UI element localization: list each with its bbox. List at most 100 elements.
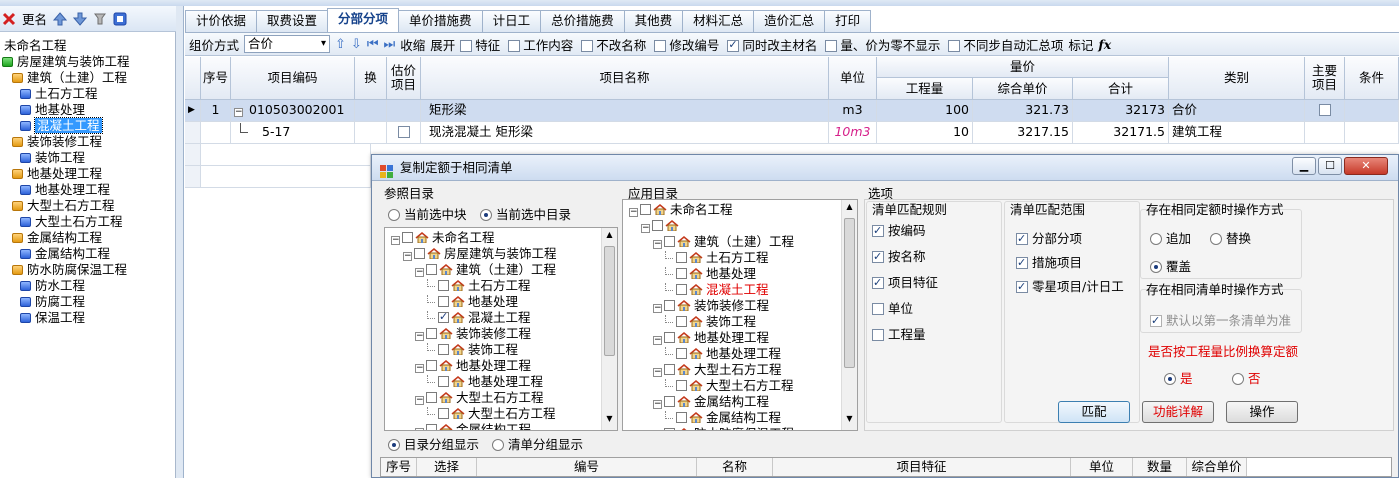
splitter[interactable]	[176, 6, 184, 478]
checkbox[interactable]	[426, 264, 437, 275]
cell-category[interactable]: 建筑工程	[1169, 122, 1305, 144]
list-group-radio[interactable]: 清单分组显示	[492, 437, 583, 453]
checkbox[interactable]	[652, 220, 663, 231]
tree-node[interactable]: 房屋建筑与装饰工程	[2, 54, 130, 70]
tree-node[interactable]: − 未命名工程	[629, 202, 733, 218]
tab-7[interactable]: 材料汇总	[682, 10, 755, 32]
checkbox[interactable]	[676, 284, 687, 295]
checkbox[interactable]	[872, 249, 884, 265]
collapse-icon[interactable]: −	[653, 400, 662, 409]
radio[interactable]	[1232, 373, 1244, 385]
tree-node[interactable]: −	[641, 218, 682, 234]
tree-node[interactable]: − 地基处理工程	[415, 358, 531, 374]
tree-node[interactable]: 装饰工程	[427, 342, 518, 358]
tree-node[interactable]: 大型土石方工程	[12, 198, 115, 214]
checkbox[interactable]	[426, 328, 437, 339]
collapse-icon[interactable]: −	[653, 336, 662, 345]
cell-composite[interactable]: 3217.15	[973, 122, 1073, 144]
col-seq[interactable]: 序号	[201, 57, 231, 100]
dialog-titlebar[interactable]: 复制定额于相同清单 ▁ ☐ ✕	[372, 155, 1398, 181]
tree-node[interactable]: 装饰工程	[20, 150, 85, 166]
checkbox[interactable]	[460, 39, 473, 52]
match-rule-checkbox[interactable]: 单位	[872, 301, 913, 317]
tree-node[interactable]: 大型土石方工程	[665, 378, 794, 394]
cell-seq[interactable]: 1	[201, 100, 231, 122]
collapse-icon[interactable]: −	[653, 240, 662, 249]
match-rule-checkbox[interactable]: 按名称	[872, 249, 926, 265]
main-checkbox[interactable]	[1318, 104, 1331, 116]
scroll-up-icon[interactable]: ▲	[843, 202, 856, 214]
tree-node[interactable]: 大型土石方工程	[20, 214, 123, 230]
toolbar-checkbox-3[interactable]: 修改编号	[654, 35, 719, 54]
tab-8[interactable]: 造价汇总	[753, 10, 826, 32]
default-first-checkbox[interactable]: 默认以第一条清单为准	[1150, 313, 1291, 329]
tree-node[interactable]: − 房屋建筑与装饰工程	[403, 246, 557, 262]
tree-node[interactable]: − 未命名工程	[391, 230, 495, 246]
arrow-down-icon[interactable]	[72, 12, 88, 26]
first-icon[interactable]: ⏮	[367, 37, 379, 52]
match-range-checkbox[interactable]: 分部分项	[1016, 231, 1082, 247]
tree-node[interactable]: 混凝土工程	[427, 309, 531, 326]
result-col-header[interactable]: 编号	[477, 458, 697, 476]
cell-swap[interactable]	[355, 100, 387, 122]
scroll-up-icon[interactable]: ▲	[603, 230, 616, 242]
result-col-header[interactable]: 序号	[381, 458, 417, 476]
tab-2[interactable]: 分部分项	[327, 8, 400, 32]
cell-main[interactable]	[1305, 100, 1345, 122]
tree-node[interactable]: 保温工程	[20, 310, 85, 326]
scroll-down-icon[interactable]: ▼	[843, 414, 856, 426]
overwrite-radio[interactable]: 覆盖	[1150, 259, 1191, 275]
checkbox[interactable]	[414, 248, 425, 259]
toolbar-checkbox-0[interactable]: 特征	[460, 35, 500, 54]
checkbox[interactable]	[676, 412, 687, 423]
tree-node[interactable]: 未命名工程	[4, 38, 67, 54]
tree-node[interactable]: 装饰工程	[665, 314, 756, 330]
tree-node[interactable]: 金属结构工程	[20, 246, 110, 262]
pricing-mode-select[interactable]: 合价	[244, 35, 331, 53]
tree-node[interactable]: 装饰装修工程	[12, 134, 102, 150]
cell-code[interactable]: 5-17	[231, 122, 355, 144]
checkbox[interactable]	[640, 204, 651, 215]
mark-button[interactable]: 标记	[1068, 35, 1093, 54]
cell-category[interactable]: 合价	[1169, 100, 1305, 122]
radio[interactable]	[1150, 233, 1162, 245]
radio[interactable]	[480, 209, 492, 221]
checkbox[interactable]	[676, 380, 687, 391]
panel-icon[interactable]	[113, 12, 127, 26]
checkbox[interactable]	[1150, 313, 1162, 329]
tree-node[interactable]: 地基处理工程	[665, 346, 781, 362]
ref-tree-scrollbar[interactable]: ▲ ▼	[601, 228, 617, 430]
tab-9[interactable]: 打印	[824, 10, 872, 32]
tree-node[interactable]: − 装饰装修工程	[415, 326, 531, 342]
operate-button[interactable]: 操作	[1226, 401, 1298, 423]
minimize-icon[interactable]: ▁	[1292, 157, 1316, 175]
tree-node[interactable]: 土石方工程	[427, 278, 531, 294]
col-name[interactable]: 项目名称	[421, 57, 829, 100]
cell-composite[interactable]: 321.73	[973, 100, 1073, 122]
checkbox[interactable]	[438, 344, 449, 355]
match-rule-checkbox[interactable]: 工程量	[872, 327, 926, 343]
checkbox[interactable]	[664, 396, 675, 407]
cell-name[interactable]: 现浇混凝土 矩形梁	[421, 122, 829, 144]
tree-node[interactable]: − 大型土石方工程	[415, 390, 544, 406]
cell-total[interactable]: 32171.5	[1073, 122, 1169, 144]
toolbar-checkbox-2[interactable]: 不改名称	[581, 35, 646, 54]
checkbox[interactable]	[825, 39, 838, 52]
checkbox[interactable]	[676, 252, 687, 263]
checkbox[interactable]	[438, 376, 449, 387]
tree-node[interactable]: 混凝土工程	[665, 282, 769, 298]
scroll-thumb[interactable]	[844, 218, 855, 368]
tree-node[interactable]: 土石方工程	[665, 250, 769, 266]
tab-6[interactable]: 其他费	[623, 10, 684, 32]
ref-radio-dir[interactable]: 当前选中目录	[480, 207, 571, 223]
detail-button[interactable]: 功能详解	[1142, 401, 1214, 423]
tree-node[interactable]: 金属结构工程	[665, 410, 781, 426]
result-col-header[interactable]: 单位	[1071, 458, 1133, 476]
toolbar-checkbox-4[interactable]: 同时改主材名	[727, 35, 817, 54]
checkbox[interactable]	[676, 348, 687, 359]
tab-5[interactable]: 总价措施费	[540, 10, 625, 32]
match-rule-checkbox[interactable]: 按编码	[872, 223, 926, 239]
match-range-checkbox[interactable]: 零星项目/计日工	[1016, 279, 1124, 295]
tree-node[interactable]: 防水工程	[20, 278, 85, 294]
close-icon[interactable]: ✕	[1344, 157, 1388, 175]
